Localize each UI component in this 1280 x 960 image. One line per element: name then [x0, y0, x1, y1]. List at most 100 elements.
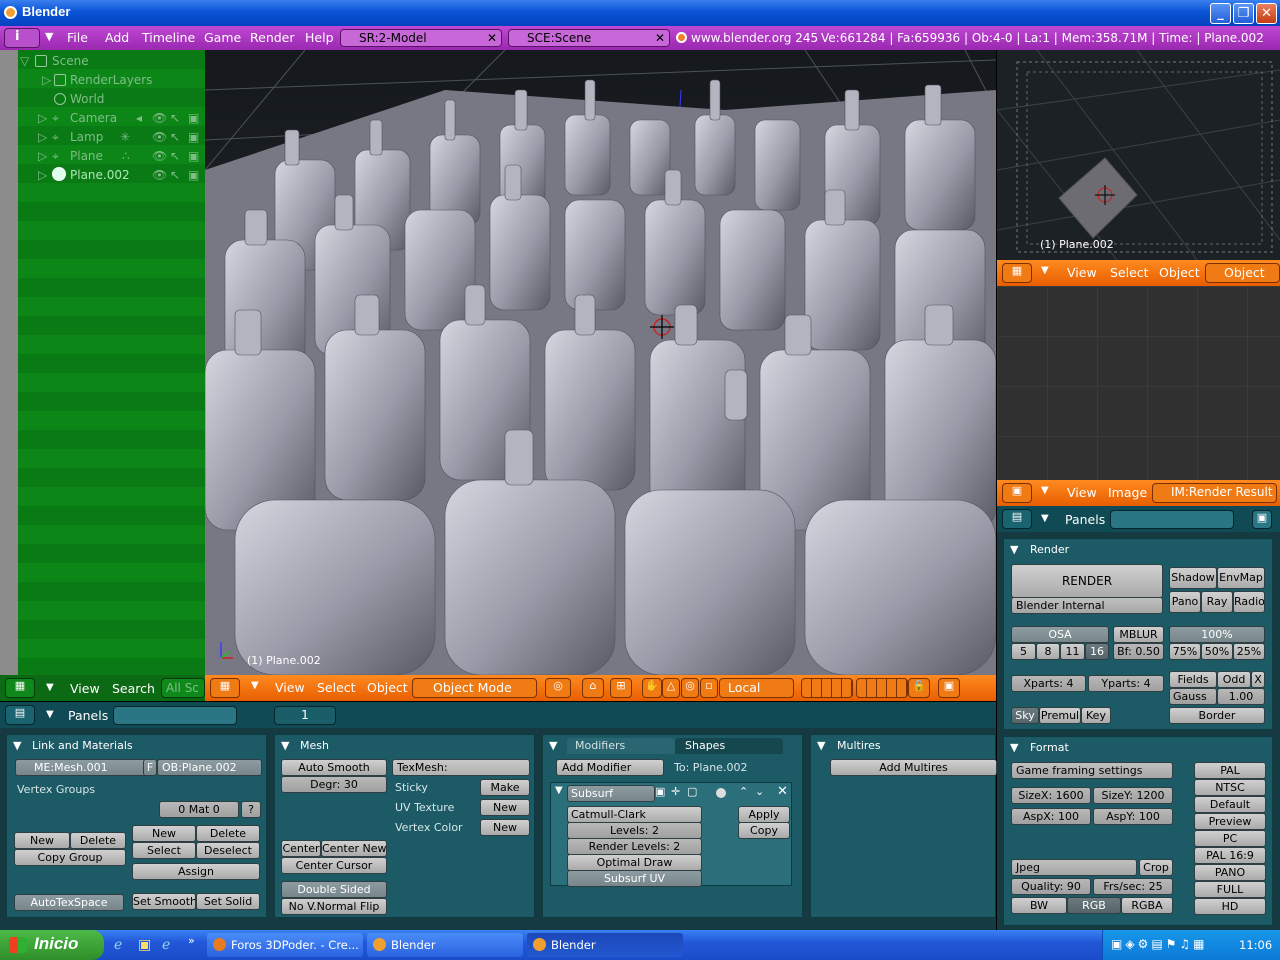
image-editor[interactable]	[997, 286, 1280, 480]
draw-type-button[interactable]: ◎	[545, 678, 571, 698]
3d-viewport[interactable]: (1) Plane.002	[205, 50, 996, 675]
menu-search[interactable]: Search	[112, 681, 155, 696]
select-arrow-icon[interactable]: ↖	[170, 111, 180, 125]
preset-pal169[interactable]: PAL 16:9	[1194, 847, 1266, 864]
preset-pal[interactable]: PAL	[1194, 762, 1266, 779]
window-type-button[interactable]: ▦	[1002, 263, 1032, 283]
autotexspace-toggle[interactable]: AutoTexSpace	[14, 894, 124, 911]
chevron-down-icon[interactable]: ▼	[45, 30, 53, 43]
modifier-collapse-icon[interactable]: ▼	[555, 785, 563, 796]
osa-5[interactable]: 5	[1011, 643, 1036, 660]
chevron-down-icon[interactable]: ▼	[46, 682, 54, 693]
rgb-toggle[interactable]: RGB	[1067, 897, 1121, 914]
modifier-cage-icon[interactable]: ▢	[687, 785, 697, 798]
expand-icon[interactable]: ▷	[38, 130, 47, 144]
rgba-toggle[interactable]: RGBA	[1121, 897, 1173, 914]
add-modifier-menu[interactable]: Add Modifier	[556, 759, 664, 776]
texmesh-field[interactable]: TexMesh:	[392, 759, 530, 776]
levels-field[interactable]: Levels: 2	[567, 822, 702, 839]
close-icon[interactable]: ✕	[655, 30, 665, 46]
xparts-field[interactable]: Xparts: 4	[1011, 675, 1086, 692]
optimal-draw-toggle[interactable]: Optimal Draw	[567, 854, 702, 871]
sizex-field[interactable]: SizeX: 1600	[1011, 787, 1091, 804]
aspy-field[interactable]: AspY: 100	[1093, 808, 1173, 825]
outliner-item-plane002[interactable]: Plane.002	[70, 168, 130, 182]
modifier-name-field[interactable]: Subsurf	[567, 785, 655, 802]
filter-size-field[interactable]: 1.00	[1217, 688, 1265, 705]
camera-view[interactable]: (1) Plane.002	[997, 50, 1280, 260]
menu-select[interactable]: Select	[1110, 265, 1149, 280]
double-sided-toggle[interactable]: Double Sided	[281, 881, 387, 898]
scene-selector[interactable]: SCE:Scene ✕	[508, 29, 670, 47]
object-name-field[interactable]: OB:Plane.002	[157, 759, 262, 776]
chevron-down-icon[interactable]: ▼	[46, 709, 54, 720]
tab-modifiers[interactable]: Modifiers	[567, 738, 675, 754]
sticky-make-button[interactable]: Make	[480, 779, 530, 796]
modifier-dot-icon[interactable]	[716, 788, 726, 798]
mesh-datablock-field[interactable]: ME:Mesh.001	[15, 759, 151, 776]
odd-toggle[interactable]: Odd	[1217, 671, 1251, 688]
menu-timeline[interactable]: Timeline	[142, 30, 195, 45]
format-preset-menu[interactable]: Game framing settings	[1011, 762, 1173, 779]
material-assign-button[interactable]: Assign	[132, 863, 260, 880]
render-icon[interactable]: ▣	[188, 149, 199, 163]
quicklaunch-icon[interactable]: ℯ	[162, 937, 170, 953]
context-buttons[interactable]	[1110, 510, 1234, 529]
preset-default[interactable]: Default	[1194, 796, 1266, 813]
size-75[interactable]: 75%	[1169, 643, 1201, 660]
chevron-down-icon[interactable]: ▼	[1041, 485, 1049, 496]
task-blender-2[interactable]: Blender	[527, 933, 683, 957]
window-type-button[interactable]: ▤	[1002, 509, 1032, 529]
maximize-button[interactable]: ❐	[1233, 3, 1254, 24]
preset-hd[interactable]: HD	[1194, 898, 1266, 915]
layer-buttons-b[interactable]	[856, 678, 908, 698]
menu-file[interactable]: File	[67, 30, 88, 45]
uv-texture-new-button[interactable]: New	[480, 799, 530, 816]
render-preview-button[interactable]: ▣	[938, 678, 960, 698]
key-toggle[interactable]: Key	[1081, 707, 1111, 724]
expand-icon[interactable]: ▷	[38, 149, 47, 163]
menu-object[interactable]: Object	[367, 680, 408, 695]
border-toggle[interactable]: Border	[1169, 707, 1265, 724]
visibility-icon[interactable]: 👁	[152, 130, 167, 144]
preset-pc[interactable]: PC	[1194, 830, 1266, 847]
task-firefox[interactable]: Foros 3DPoder. - Cre...	[207, 933, 363, 957]
fields-toggle[interactable]: Fields	[1169, 671, 1217, 688]
material-select-button[interactable]: Select	[132, 842, 196, 859]
expand-icon[interactable]: ▽	[20, 54, 29, 68]
vertex-color-new-button[interactable]: New	[480, 819, 530, 836]
expand-icon[interactable]: ▷	[38, 111, 47, 125]
ie-icon[interactable]: ℯ	[114, 937, 122, 953]
mblur-toggle[interactable]: MBLUR	[1113, 626, 1164, 643]
image-selector[interactable]: IM:Render Result	[1152, 483, 1277, 503]
yparts-field[interactable]: Yparts: 4	[1088, 675, 1164, 692]
scale-icon[interactable]: ▫	[700, 678, 718, 698]
shadow-toggle[interactable]: Shadow	[1169, 567, 1217, 589]
start-button[interactable]: Inicio	[0, 930, 104, 960]
copy-group-button[interactable]: Copy Group	[14, 849, 126, 866]
center-button[interactable]: Center	[281, 840, 321, 857]
blender-url[interactable]: www.blender.org 245	[691, 31, 818, 45]
mode-selector[interactable]: Object M	[1205, 263, 1280, 283]
close-icon[interactable]: ✕	[487, 30, 497, 46]
outliner-item-camera[interactable]: Camera	[70, 111, 117, 125]
select-arrow-icon[interactable]: ↖	[170, 168, 180, 182]
file-type-menu[interactable]: Jpeg	[1011, 859, 1137, 876]
outliner-item-world[interactable]: World	[70, 92, 104, 106]
material-new-button[interactable]: New	[132, 825, 196, 842]
lock-icon[interactable]: 🔒	[908, 678, 930, 698]
outliner-item-scene[interactable]: Scene	[52, 54, 89, 68]
quality-field[interactable]: Quality: 90	[1011, 878, 1091, 895]
menu-view[interactable]: View	[1067, 485, 1097, 500]
preset-ntsc[interactable]: NTSC	[1194, 779, 1266, 796]
osa-16[interactable]: 16	[1085, 643, 1109, 660]
hand-icon[interactable]: ✋	[642, 678, 662, 698]
left-scroll-strip[interactable]	[0, 50, 18, 675]
material-index-field[interactable]: 0 Mat 0	[159, 801, 239, 818]
render-levels-field[interactable]: Render Levels: 2	[567, 838, 702, 855]
render-engine-menu[interactable]: Blender Internal	[1011, 597, 1163, 614]
context-buttons[interactable]	[113, 706, 237, 725]
more-icon[interactable]: »	[188, 934, 195, 947]
bf-field[interactable]: Bf: 0.50	[1113, 643, 1164, 660]
chevron-down-icon[interactable]: ▼	[1041, 513, 1049, 524]
